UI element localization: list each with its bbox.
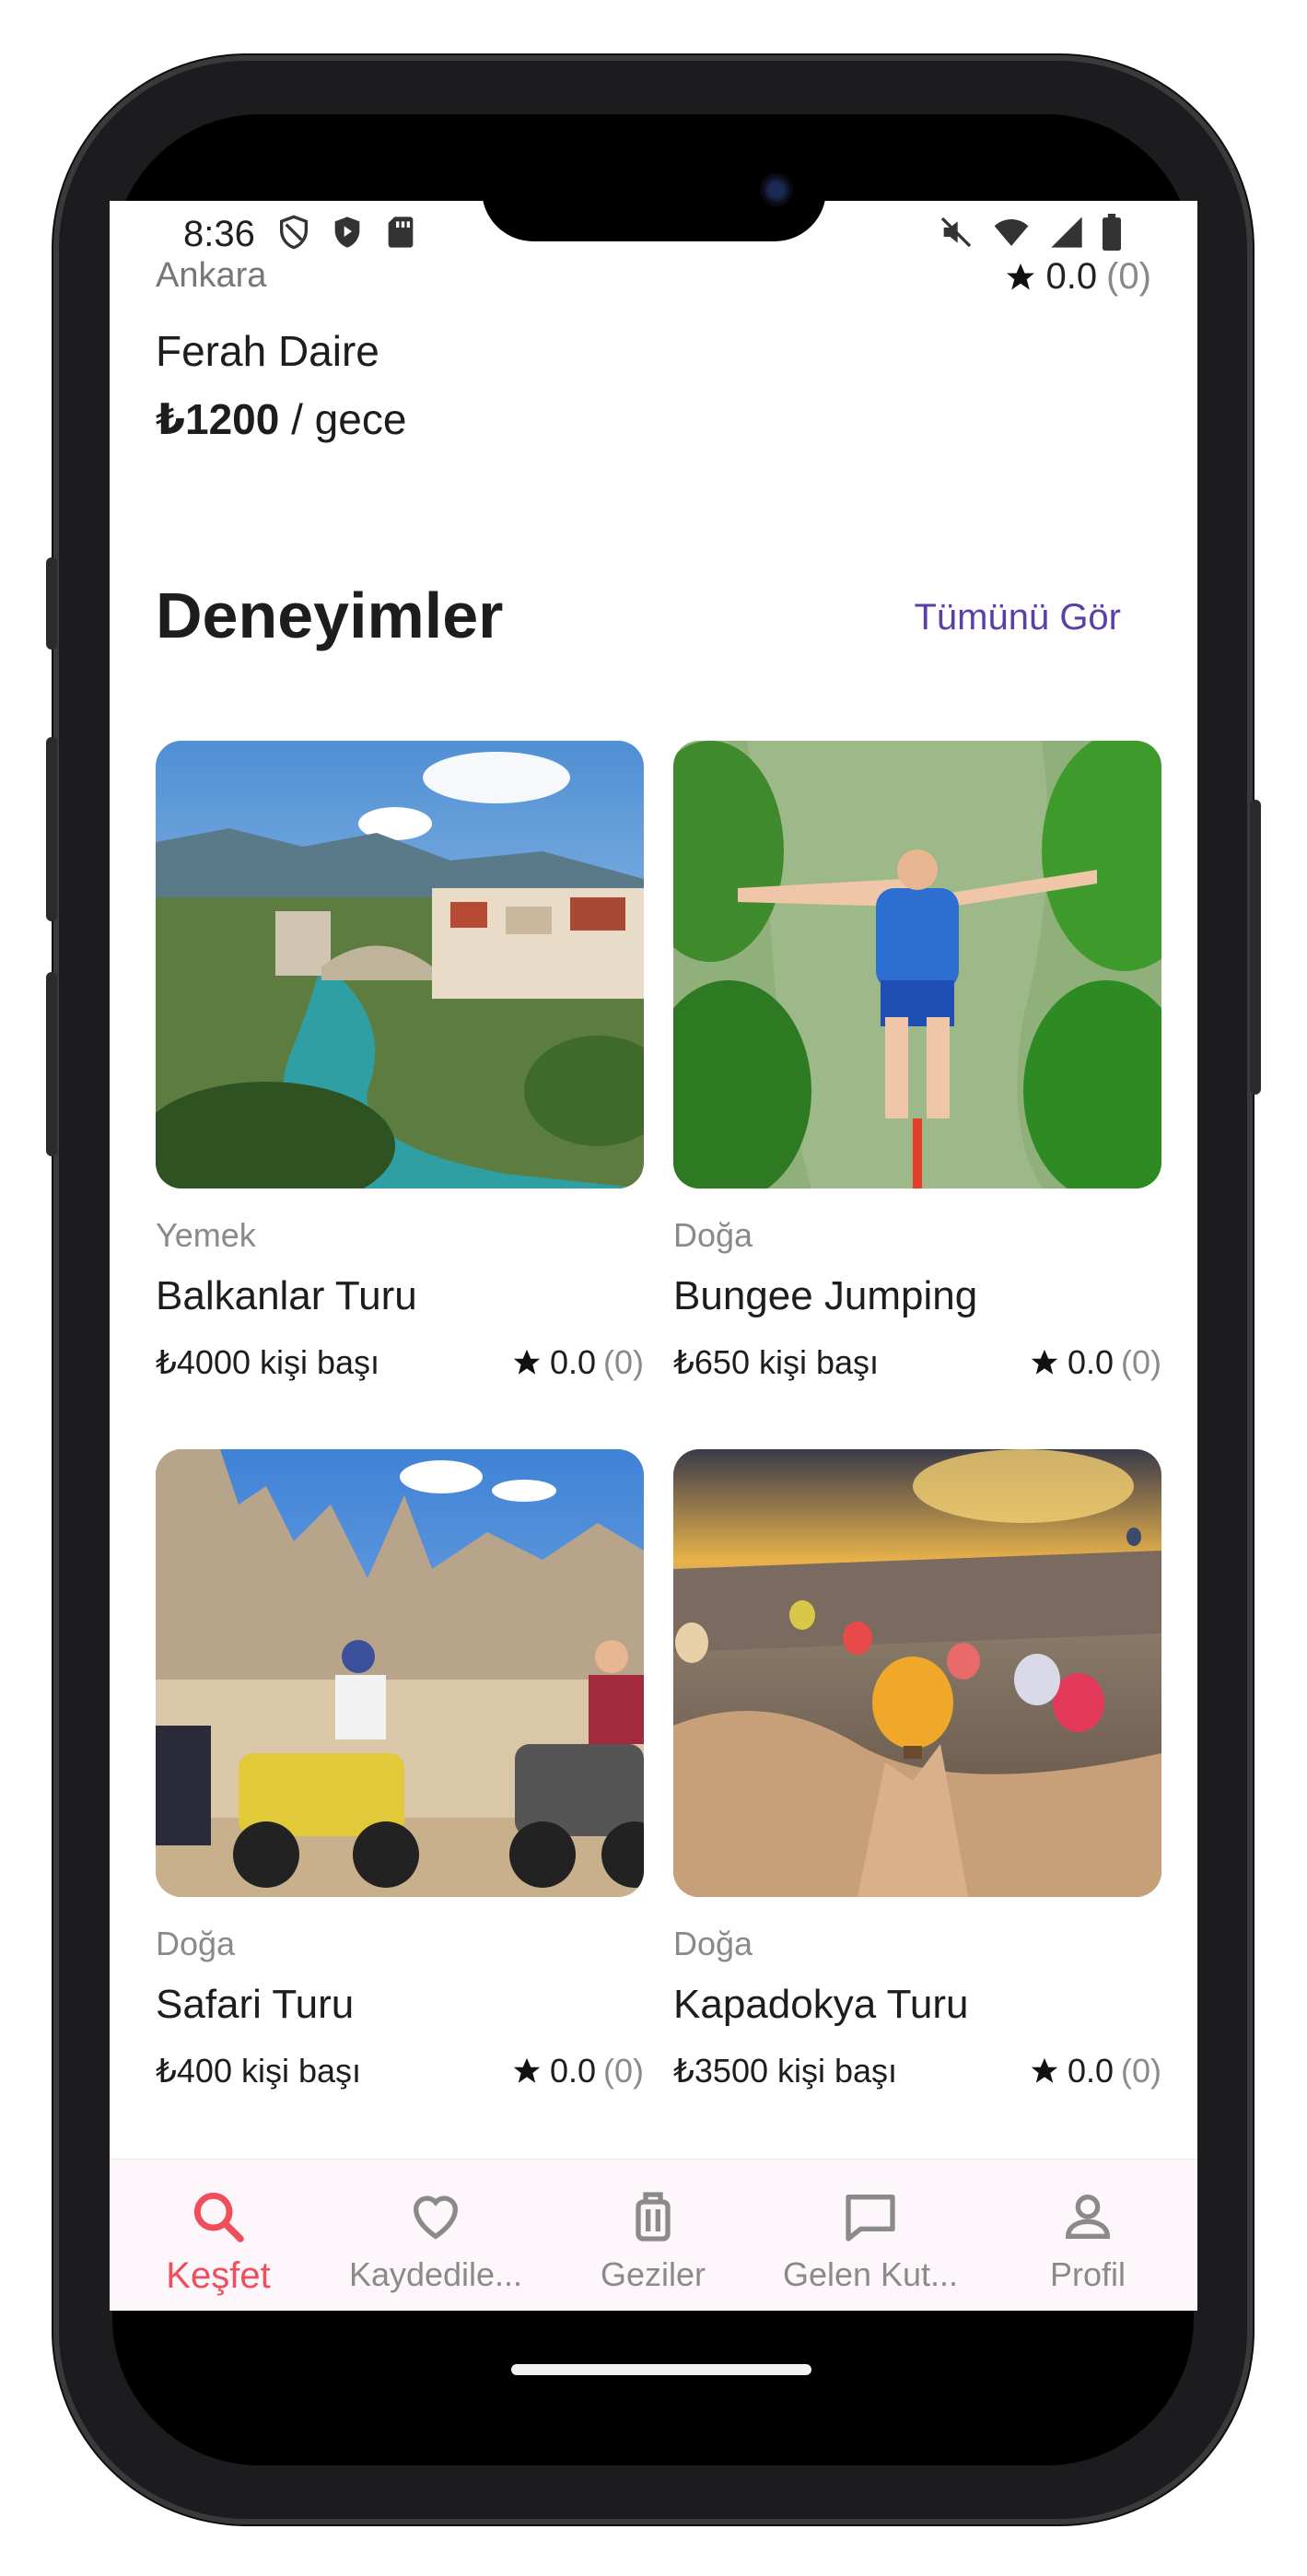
home-indicator[interactable] bbox=[511, 2364, 811, 2375]
rating-count: (0) bbox=[1121, 1343, 1161, 1381]
experience-image-bungee bbox=[673, 741, 1161, 1188]
dynamic-island bbox=[482, 138, 826, 241]
nav-label: Geziler bbox=[600, 2255, 706, 2293]
shield-outline-icon bbox=[280, 215, 308, 250]
nav-explore[interactable]: Keşfet bbox=[110, 2160, 327, 2311]
rating-count: (0) bbox=[603, 1343, 644, 1381]
nav-label: Profil bbox=[1049, 2255, 1126, 2293]
experience-name: Bungee Jumping bbox=[673, 1273, 978, 1318]
star-icon bbox=[513, 1349, 541, 1375]
action-button bbox=[46, 557, 57, 650]
front-camera bbox=[760, 173, 793, 206]
wifi-icon bbox=[994, 219, 1029, 246]
experience-price: ₺3500 kişi başı bbox=[673, 2052, 898, 2090]
shield-play-icon bbox=[334, 217, 360, 248]
experience-card[interactable]: Yemek Balkanlar Turu ₺4000 kişi başı 0.0… bbox=[156, 741, 644, 1382]
experience-image-safari bbox=[156, 1449, 644, 1897]
listing-price: ₺1200 / gece bbox=[156, 394, 406, 444]
experience-rating: 0.0 (0) bbox=[511, 2052, 644, 2090]
experience-category: Yemek bbox=[156, 1216, 256, 1254]
rating-count: (0) bbox=[1106, 256, 1151, 297]
experience-category: Doğa bbox=[673, 1216, 753, 1254]
nav-label: Keşfet bbox=[166, 2255, 271, 2296]
user-icon bbox=[1065, 2195, 1111, 2239]
volume-up-button bbox=[46, 737, 57, 921]
bottom-navigation: Keşfet Kaydedile... Geziler Gelen Kut...… bbox=[110, 2159, 1197, 2311]
message-icon bbox=[846, 2195, 895, 2242]
experience-category: Doğa bbox=[156, 1925, 236, 1962]
experience-price: ₺650 kişi başı bbox=[673, 1343, 880, 1381]
experience-price: ₺4000 kişi başı bbox=[156, 1343, 380, 1381]
listing-rating: 0.0 (0) bbox=[1004, 256, 1151, 298]
rating-value: 0.0 bbox=[549, 2052, 596, 2090]
volume-down-button bbox=[46, 972, 57, 1156]
experience-rating: 0.0 (0) bbox=[1029, 2052, 1161, 2090]
experience-image-mostar bbox=[156, 741, 644, 1188]
experience-image-cappadocia bbox=[673, 1449, 1161, 1897]
listing-title[interactable]: Ferah Daire bbox=[156, 326, 379, 376]
section-title: Deneyimler bbox=[156, 580, 504, 651]
see-all-link[interactable]: Tümünü Gör bbox=[914, 597, 1121, 638]
star-icon bbox=[513, 2057, 541, 2083]
rating-count: (0) bbox=[1121, 2052, 1161, 2090]
rating-value: 0.0 bbox=[1067, 2052, 1114, 2090]
experience-card[interactable]: Doğa Kapadokya Turu ₺3500 kişi başı 0.0(… bbox=[673, 1449, 1161, 2090]
nav-saved[interactable]: Kaydedile... bbox=[327, 2160, 544, 2311]
listing-location: Ankara bbox=[156, 256, 267, 295]
experience-card[interactable]: Doğa Bungee Jumping ₺650 kişi başı 0.0 (0… bbox=[673, 741, 1161, 1382]
experience-rating: 0.0 (0) bbox=[1029, 1343, 1161, 1382]
nav-label: Kaydedile... bbox=[348, 2255, 523, 2293]
star-icon bbox=[1031, 1349, 1058, 1375]
nav-label: Gelen Kut... bbox=[782, 2255, 959, 2293]
star-icon bbox=[1006, 263, 1034, 289]
rating-value: 0.0 bbox=[1067, 1343, 1114, 1381]
experience-name: Balkanlar Turu bbox=[156, 1273, 417, 1318]
experience-price: ₺400 kişi başı bbox=[156, 2052, 362, 2090]
heart-icon bbox=[413, 2195, 459, 2240]
sd-card-icon bbox=[388, 217, 414, 248]
listing-price-value: ₺1200 bbox=[156, 395, 280, 443]
listing-price-unit: / gece bbox=[279, 395, 407, 443]
nav-profile[interactable]: Profil bbox=[979, 2160, 1196, 2311]
experience-rating: 0.0 (0) bbox=[511, 1343, 644, 1382]
luggage-icon bbox=[636, 2192, 671, 2242]
experience-category: Doğa bbox=[673, 1925, 753, 1962]
app-screen: 8:36 Ankara 0.0 (0) Ferah Daire ₺1200 / … bbox=[110, 201, 1197, 2311]
battery-icon bbox=[1103, 214, 1121, 251]
experience-card[interactable]: Doğa Safari Turu ₺400 kişi başı 0.0 (0) bbox=[156, 1449, 644, 2090]
signal-icon bbox=[1051, 217, 1082, 248]
experience-name: Safari Turu bbox=[156, 1982, 355, 2027]
power-button bbox=[1250, 800, 1261, 1095]
nav-trips[interactable]: Geziler bbox=[544, 2160, 762, 2311]
experience-name: Kapadokya Turu bbox=[673, 1982, 969, 2027]
rating-count: (0) bbox=[603, 2052, 644, 2090]
rating-value: 0.0 bbox=[1045, 256, 1098, 297]
mute-vibrate-icon bbox=[940, 217, 972, 248]
nav-inbox[interactable]: Gelen Kut... bbox=[762, 2160, 979, 2311]
rating-value: 0.0 bbox=[549, 1343, 596, 1381]
star-icon bbox=[1031, 2057, 1058, 2083]
search-icon bbox=[193, 2192, 244, 2242]
status-time: 8:36 bbox=[183, 214, 255, 254]
